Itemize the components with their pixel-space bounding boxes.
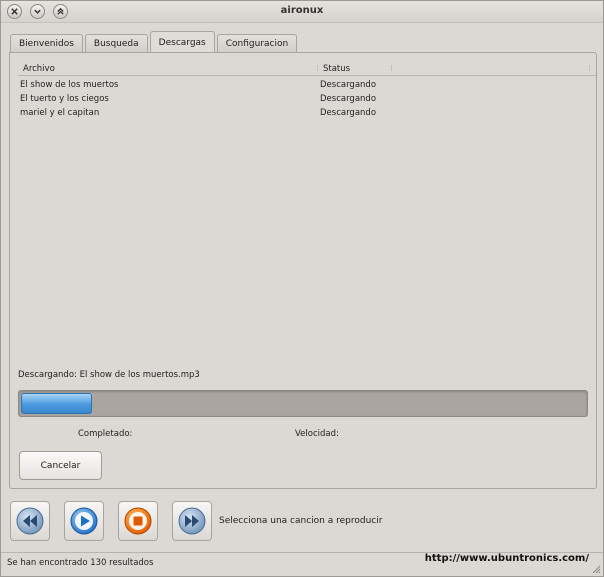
app-window: aironux Bienvenidos Busqueda Descargas C…	[0, 0, 604, 577]
fast-forward-button[interactable]	[172, 501, 212, 541]
list-item[interactable]: El tuerto y los ciegos Descargando	[20, 93, 595, 107]
list-item-status: Descargando	[320, 108, 377, 118]
column-header-file[interactable]: Archivo	[23, 64, 55, 74]
tab-configuracion[interactable]: Configuracion	[216, 34, 298, 52]
play-button[interactable]	[64, 501, 104, 541]
fast-forward-icon	[178, 507, 206, 535]
current-download-label: Descargando: El show de los muertos.mp3	[18, 370, 200, 380]
list-item[interactable]: mariel y el capitan Descargando	[20, 107, 595, 121]
window-title: aironux	[280, 5, 324, 16]
speed-label: Velocidad:	[295, 429, 339, 439]
rewind-button[interactable]	[10, 501, 50, 541]
column-separator[interactable]: ⋮	[586, 64, 593, 72]
list-item-status: Descargando	[320, 80, 377, 90]
list-item-file: El show de los muertos	[20, 80, 119, 90]
tab-bienvenidos[interactable]: Bienvenidos	[10, 34, 83, 52]
play-icon	[70, 507, 98, 535]
status-bar: Se han encontrado 130 resultados http://…	[1, 552, 603, 576]
downloads-panel: Archivo ⋮ Status ⋮ ⋮ El show de los muer…	[9, 52, 598, 489]
list-item[interactable]: El show de los muertos Descargando	[20, 79, 595, 93]
tab-descargas[interactable]: Descargas	[149, 31, 215, 53]
tab-busqueda[interactable]: Busqueda	[84, 34, 148, 52]
list-item-file: El tuerto y los ciegos	[20, 94, 109, 104]
downloads-list-header: Archivo ⋮ Status ⋮ ⋮	[18, 62, 598, 76]
cancel-button[interactable]: Cancelar	[19, 451, 102, 480]
column-separator[interactable]: ⋮	[314, 64, 321, 72]
stop-button[interactable]	[118, 501, 158, 541]
now-playing-text: Selecciona una cancion a reproducir	[219, 516, 383, 526]
watermark-url: http://www.ubuntronics.com/	[424, 553, 589, 564]
downloads-list: El show de los muertos Descargando El tu…	[20, 79, 595, 121]
rewind-icon	[16, 507, 44, 535]
title-bar: aironux	[1, 1, 603, 23]
progress-fill	[21, 393, 92, 414]
list-item-file: mariel y el capitan	[20, 108, 100, 118]
resize-grip-icon[interactable]	[592, 565, 601, 574]
column-separator[interactable]: ⋮	[388, 64, 395, 72]
download-progress-bar	[18, 390, 588, 417]
tab-bar: Bienvenidos Busqueda Descargas Configura…	[10, 30, 299, 53]
status-message: Se han encontrado 130 resultados	[7, 558, 154, 568]
list-item-status: Descargando	[320, 94, 377, 104]
column-header-status[interactable]: Status	[323, 64, 350, 74]
stop-icon	[124, 507, 152, 535]
completed-label: Completado:	[78, 429, 133, 439]
